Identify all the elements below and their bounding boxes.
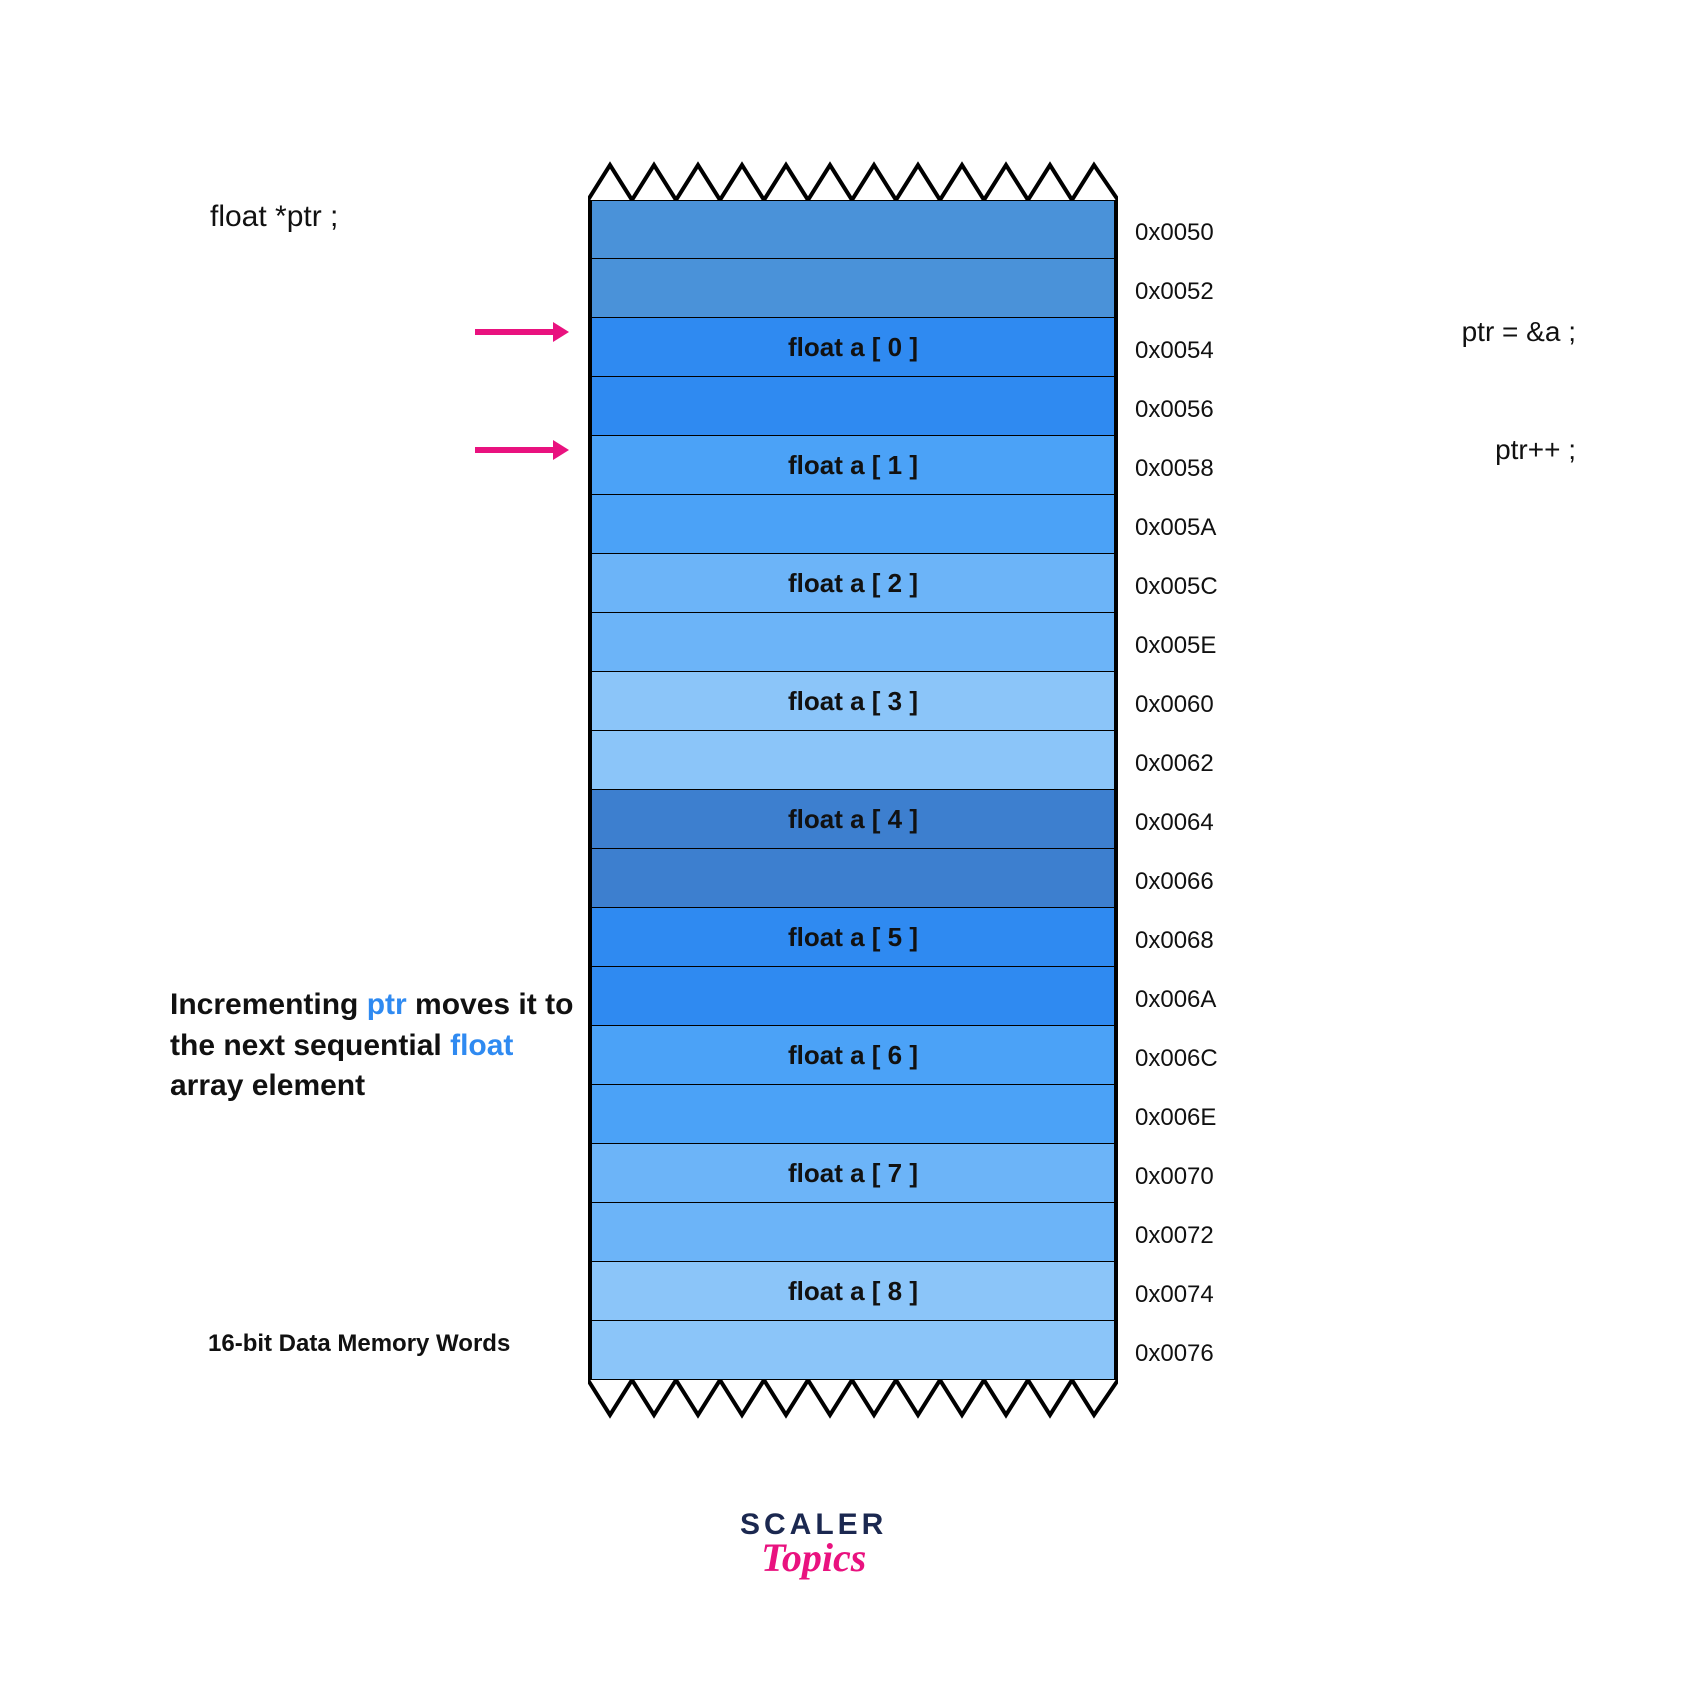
address-label: 0x0068 xyxy=(1135,911,1218,970)
address-label: 0x0072 xyxy=(1135,1206,1218,1265)
address-label: 0x0058 xyxy=(1135,439,1218,498)
pointer-declaration: float *ptr ; xyxy=(210,200,338,234)
address-label: 0x006C xyxy=(1135,1029,1218,1088)
memory-row xyxy=(592,1321,1114,1380)
address-label: 0x0076 xyxy=(1135,1324,1218,1383)
address-label: 0x005C xyxy=(1135,557,1218,616)
address-label: 0x0066 xyxy=(1135,852,1218,911)
address-label: 0x005E xyxy=(1135,616,1218,675)
memory-row xyxy=(592,613,1114,672)
pointer-assignment: ptr = &a ; xyxy=(1462,316,1576,348)
address-label: 0x0050 xyxy=(1135,203,1218,262)
address-label: 0x0062 xyxy=(1135,734,1218,793)
memory-row: float a [ 4 ] xyxy=(592,790,1114,849)
memory-row xyxy=(592,377,1114,436)
memory-row: float a [ 8 ] xyxy=(592,1262,1114,1321)
address-label: 0x0064 xyxy=(1135,793,1218,852)
memory-row: float a [ 6 ] xyxy=(592,1026,1114,1085)
address-label: 0x005A xyxy=(1135,498,1218,557)
address-column: 0x00500x00520x00540x00560x00580x005A0x00… xyxy=(1135,203,1218,1383)
address-label: 0x0060 xyxy=(1135,675,1218,734)
pointer-increment: ptr++ ; xyxy=(1495,434,1576,466)
memory-row xyxy=(592,1085,1114,1144)
zigzag-bottom xyxy=(588,1380,1118,1420)
memory-row xyxy=(592,200,1114,259)
address-label: 0x0074 xyxy=(1135,1265,1218,1324)
memory-diagram: float a [ 0 ] float a [ 1 ] float a [ 2 ] f… xyxy=(588,160,1118,1420)
arrow-icon xyxy=(475,329,555,335)
explanation-text: Incrementing ptr moves it to the next se… xyxy=(170,985,590,1107)
memory-row: float a [ 7 ] xyxy=(592,1144,1114,1203)
address-label: 0x006A xyxy=(1135,970,1218,1029)
address-label: 0x0052 xyxy=(1135,262,1218,321)
memory-row xyxy=(592,1203,1114,1262)
memory-caption: 16-bit Data Memory Words xyxy=(208,1330,510,1358)
memory-row xyxy=(592,849,1114,908)
address-label: 0x0054 xyxy=(1135,321,1218,380)
address-label: 0x006E xyxy=(1135,1088,1218,1147)
zigzag-top xyxy=(588,160,1118,200)
memory-row xyxy=(592,967,1114,1026)
memory-row: float a [ 3 ] xyxy=(592,672,1114,731)
memory-row xyxy=(592,731,1114,790)
memory-row xyxy=(592,495,1114,554)
scaler-logo: SCALER Topics xyxy=(740,1510,887,1578)
memory-row: float a [ 1 ] xyxy=(592,436,1114,495)
memory-row: float a [ 0 ] xyxy=(592,318,1114,377)
address-label: 0x0056 xyxy=(1135,380,1218,439)
memory-row: float a [ 5 ] xyxy=(592,908,1114,967)
memory-row: float a [ 2 ] xyxy=(592,554,1114,613)
arrow-icon xyxy=(475,447,555,453)
memory-row xyxy=(592,259,1114,318)
address-label: 0x0070 xyxy=(1135,1147,1218,1206)
